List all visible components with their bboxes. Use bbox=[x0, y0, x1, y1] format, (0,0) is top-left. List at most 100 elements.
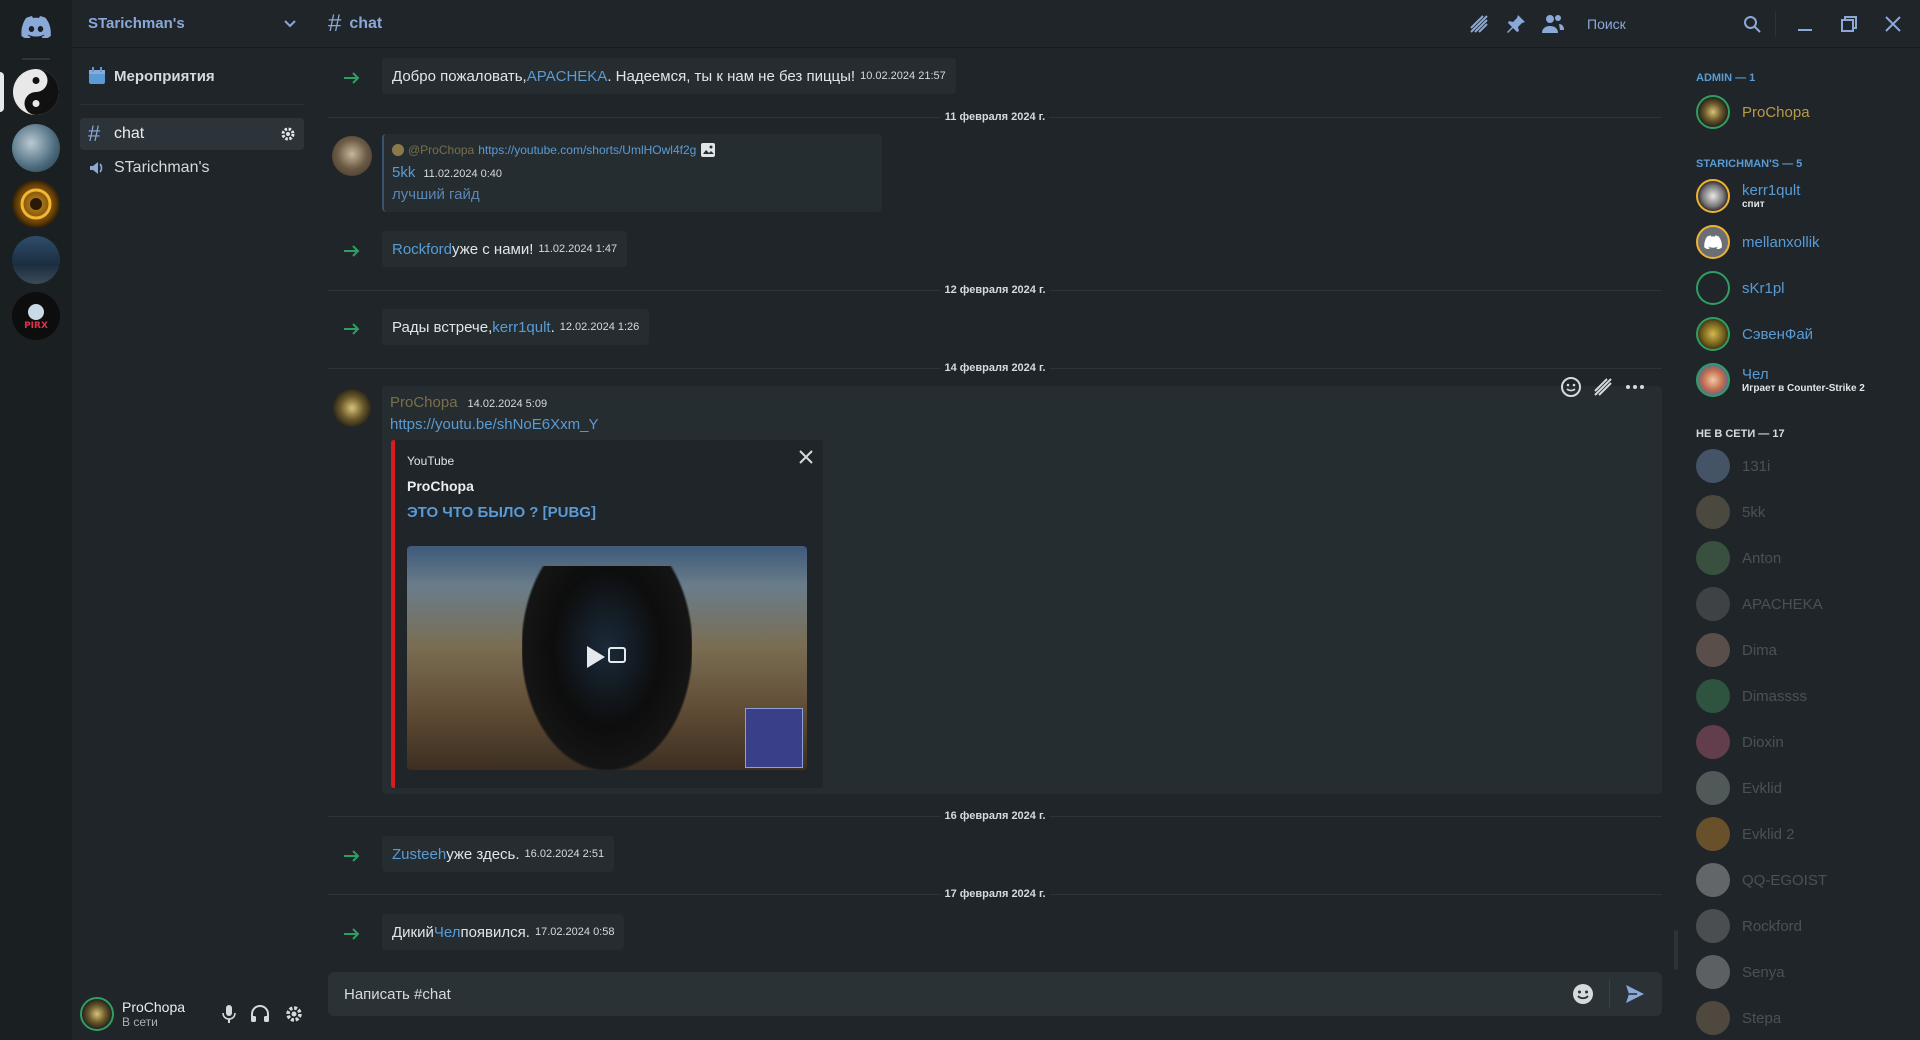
send-icon[interactable] bbox=[1624, 983, 1646, 1005]
create-thread-icon[interactable] bbox=[1592, 376, 1614, 398]
member-item[interactable]: Evklid 2 bbox=[1696, 812, 1920, 856]
message-text: появился. bbox=[460, 923, 530, 941]
member-list-icon[interactable] bbox=[1541, 13, 1565, 35]
member-item[interactable]: Dima bbox=[1696, 628, 1920, 672]
events-item[interactable]: Мероприятия bbox=[80, 60, 304, 92]
author-name[interactable]: 5kk bbox=[392, 164, 415, 181]
search-icon[interactable] bbox=[1743, 15, 1761, 33]
join-arrow-icon bbox=[344, 928, 360, 940]
author-avatar[interactable] bbox=[332, 136, 372, 176]
close-icon[interactable] bbox=[799, 450, 813, 464]
user-mention[interactable]: APACHEKA bbox=[527, 68, 608, 85]
member-avatar bbox=[1696, 909, 1730, 943]
member-item[interactable]: APACHEKA bbox=[1696, 582, 1920, 626]
user-mention[interactable]: kerr1qult bbox=[492, 319, 550, 336]
date-divider: 14 февраля 2024 г. bbox=[328, 362, 1662, 374]
timestamp: 16.02.2024 2:51 bbox=[524, 848, 605, 860]
member-item[interactable]: СэвенФай bbox=[1696, 312, 1920, 356]
headphones-icon[interactable] bbox=[250, 1005, 270, 1023]
reply-link[interactable]: https://youtube.com/shorts/UmlHOwl4f2g bbox=[478, 143, 696, 157]
guild-header[interactable]: STarichman's bbox=[72, 0, 312, 48]
server-yinyang[interactable] bbox=[12, 68, 60, 116]
pin-icon[interactable] bbox=[1505, 13, 1527, 35]
member-name: Stepa bbox=[1742, 1009, 1782, 1027]
timestamp: 17.02.2024 0:58 bbox=[534, 926, 615, 938]
channel-sidebar: STarichman's Мероприятия # chat STarichm… bbox=[72, 0, 312, 1040]
message-text: Рады встрече, bbox=[392, 318, 493, 336]
play-icon[interactable] bbox=[575, 638, 629, 676]
member-item[interactable]: 5kk bbox=[1696, 490, 1920, 534]
search-input[interactable]: Поиск bbox=[1579, 11, 1729, 37]
add-reaction-icon[interactable] bbox=[1560, 376, 1582, 398]
minimap bbox=[745, 708, 803, 768]
member-item[interactable]: kerr1qult спит bbox=[1696, 174, 1920, 218]
message-actions bbox=[1560, 376, 1646, 398]
join-arrow-icon bbox=[344, 245, 360, 257]
message-text: Дикий bbox=[392, 923, 434, 941]
embed-author[interactable]: ProChopa bbox=[407, 478, 474, 494]
member-item[interactable]: ProChopa bbox=[1696, 90, 1920, 134]
member-name: СэвенФай bbox=[1742, 325, 1814, 343]
member-name: Dima bbox=[1742, 641, 1778, 659]
member-item[interactable]: QQ-EGOIST bbox=[1696, 858, 1920, 902]
member-name: ProChopa bbox=[1742, 103, 1810, 121]
date-divider: 16 февраля 2024 г. bbox=[328, 810, 1662, 822]
threads-icon[interactable] bbox=[1467, 12, 1491, 36]
chat-scrollbar[interactable] bbox=[1674, 930, 1678, 970]
video-thumbnail[interactable] bbox=[407, 546, 807, 770]
embed-title[interactable]: ЭТО ЧТО БЫЛО ? [PUBG] bbox=[407, 504, 596, 521]
member-list: ADMIN — 1 ProChopa STARICHMAN'S — 5 kerr… bbox=[1680, 48, 1920, 1040]
member-item[interactable]: Senya bbox=[1696, 950, 1920, 994]
member-group-header: STARICHMAN'S — 5 bbox=[1696, 158, 1803, 170]
member-item[interactable]: Rockford bbox=[1696, 904, 1920, 948]
microphone-icon[interactable] bbox=[222, 1004, 236, 1024]
server-emblem[interactable] bbox=[12, 180, 60, 228]
member-avatar bbox=[1696, 225, 1730, 259]
member-item[interactable]: sKr1pl bbox=[1696, 266, 1920, 310]
user-avatar[interactable] bbox=[80, 997, 114, 1031]
user-mention[interactable]: Чел bbox=[434, 924, 461, 941]
youtube-embed: YouTube ProChopa ЭТО ЧТО БЫЛО ? [PUBG] bbox=[391, 440, 823, 788]
composer-divider bbox=[1609, 980, 1610, 1008]
member-avatar bbox=[1696, 317, 1730, 351]
member-item[interactable]: Dioxin bbox=[1696, 720, 1920, 764]
member-avatar bbox=[1696, 725, 1730, 759]
member-item[interactable]: Stepa bbox=[1696, 996, 1920, 1040]
member-item[interactable]: Чел Играет в Counter-Strike 2 bbox=[1696, 358, 1920, 402]
member-avatar bbox=[1696, 679, 1730, 713]
member-item[interactable]: Dimassss bbox=[1696, 674, 1920, 718]
channel-label-voice: STarichman's bbox=[114, 159, 210, 176]
close-button[interactable] bbox=[1878, 9, 1908, 39]
member-item[interactable]: 131i bbox=[1696, 444, 1920, 488]
server-snow[interactable] bbox=[12, 124, 60, 172]
emoji-icon[interactable] bbox=[1571, 982, 1595, 1006]
discord-home-icon[interactable] bbox=[16, 12, 56, 42]
channel-item-voice[interactable]: STarichman's bbox=[80, 152, 304, 184]
speaker-icon bbox=[90, 162, 103, 174]
gear-icon[interactable] bbox=[280, 126, 296, 142]
member-item[interactable]: mellanxollik bbox=[1696, 220, 1920, 264]
member-item[interactable]: Anton bbox=[1696, 536, 1920, 580]
minimize-button[interactable] bbox=[1790, 9, 1820, 39]
message-composer[interactable]: Написать #chat bbox=[328, 972, 1662, 1016]
author-avatar[interactable] bbox=[332, 388, 372, 428]
user-mention[interactable]: Zusteeh bbox=[392, 846, 446, 863]
timestamp: 11.02.2024 0:40 bbox=[423, 168, 503, 180]
message-link[interactable]: https://youtu.be/shNoE6Xxm_Y bbox=[390, 416, 598, 433]
channel-item-chat[interactable]: # chat bbox=[80, 118, 304, 150]
member-avatar bbox=[1696, 95, 1730, 129]
server-landscape[interactable] bbox=[12, 236, 60, 284]
member-name: Rockford bbox=[1742, 917, 1803, 935]
reply-user[interactable]: @ProChopa bbox=[408, 143, 474, 157]
member-item[interactable]: Evklid bbox=[1696, 766, 1920, 810]
server-pirx[interactable]: PIRX bbox=[12, 292, 60, 340]
user-mention[interactable]: Rockford bbox=[392, 241, 452, 258]
member-name: Evklid 2 bbox=[1742, 825, 1795, 843]
user-settings-icon[interactable] bbox=[284, 1004, 304, 1024]
author-name[interactable]: ProChopa bbox=[390, 394, 458, 411]
maximize-button[interactable] bbox=[1834, 9, 1864, 39]
member-avatar bbox=[1696, 495, 1730, 529]
member-name: Anton bbox=[1742, 549, 1782, 567]
more-icon[interactable] bbox=[1624, 376, 1646, 398]
date-label: 12 февраля 2024 г. bbox=[940, 284, 1050, 296]
